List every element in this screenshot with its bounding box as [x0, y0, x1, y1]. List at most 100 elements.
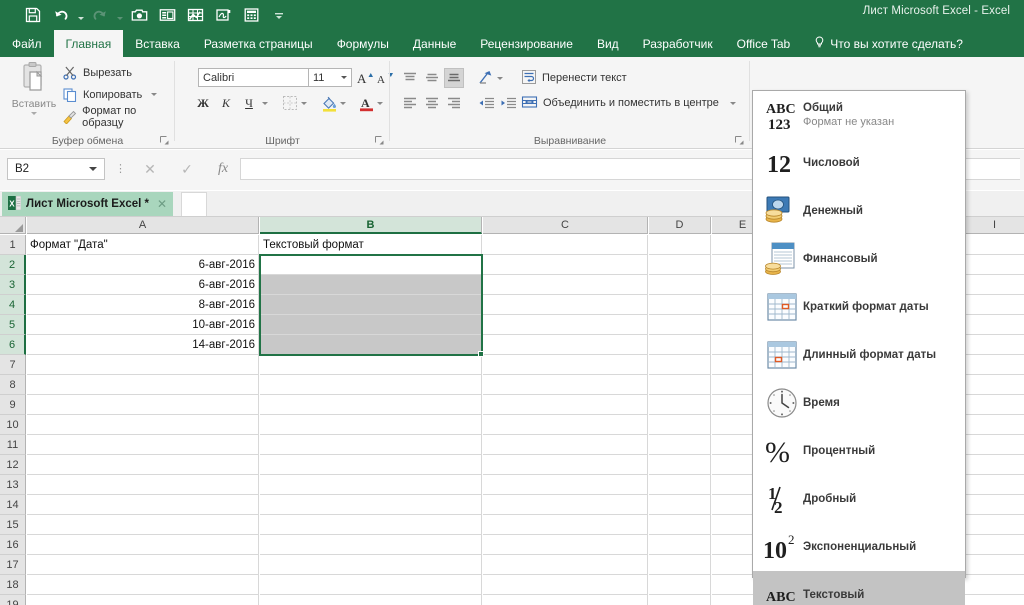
- row-header-12[interactable]: 12: [0, 455, 26, 475]
- cell-C9[interactable]: [483, 395, 648, 415]
- undo-icon[interactable]: [48, 3, 74, 27]
- cell-D17[interactable]: [649, 555, 711, 575]
- increase-font-size-button[interactable]: A: [355, 68, 375, 88]
- chevron-down-icon[interactable]: [337, 69, 351, 86]
- cell-D8[interactable]: [649, 375, 711, 395]
- close-icon[interactable]: ✕: [157, 197, 167, 211]
- merge-center-button[interactable]: Объединить и поместить в центре: [521, 93, 736, 113]
- cell-B19[interactable]: [260, 595, 482, 605]
- align-right-button[interactable]: [444, 93, 464, 113]
- insert-function-icon[interactable]: fx: [208, 159, 238, 179]
- tab-review[interactable]: Рецензирование: [468, 30, 585, 57]
- cell-C2[interactable]: [483, 255, 648, 275]
- cell-D15[interactable]: [649, 515, 711, 535]
- cell-D13[interactable]: [649, 475, 711, 495]
- cell-I10[interactable]: [964, 415, 1024, 435]
- row-header-16[interactable]: 16: [0, 535, 26, 555]
- column-header-I[interactable]: I: [964, 217, 1024, 234]
- row-header-8[interactable]: 8: [0, 375, 26, 395]
- cell-A4[interactable]: 8-авг-2016: [27, 295, 259, 315]
- chart-icon[interactable]: [182, 3, 208, 27]
- fill-handle[interactable]: [478, 351, 484, 357]
- wrap-text-button[interactable]: Перенести текст: [521, 68, 627, 88]
- cell-C3[interactable]: [483, 275, 648, 295]
- cell-B15[interactable]: [260, 515, 482, 535]
- cell-B12[interactable]: [260, 455, 482, 475]
- borders-dropdown-icon[interactable]: [299, 93, 309, 113]
- customize-icon[interactable]: [266, 3, 292, 27]
- font-color-button[interactable]: A: [356, 93, 376, 113]
- format-painter-button[interactable]: Формат по образцу: [62, 107, 175, 126]
- font-color-dropdown-icon[interactable]: [375, 93, 385, 113]
- cell-B11[interactable]: [260, 435, 482, 455]
- row-header-6[interactable]: 6: [0, 335, 26, 355]
- cell-I9[interactable]: [964, 395, 1024, 415]
- cell-A18[interactable]: [27, 575, 259, 595]
- row-header-13[interactable]: 13: [0, 475, 26, 495]
- cell-I4[interactable]: [964, 295, 1024, 315]
- cell-A1[interactable]: Формат "Дата": [27, 235, 259, 255]
- tab-view[interactable]: Вид: [585, 30, 631, 57]
- cell-B9[interactable]: [260, 395, 482, 415]
- cell-A15[interactable]: [27, 515, 259, 535]
- cell-C15[interactable]: [483, 515, 648, 535]
- fill-color-button[interactable]: [319, 93, 339, 113]
- cell-C16[interactable]: [483, 535, 648, 555]
- cell-B10[interactable]: [260, 415, 482, 435]
- cell-B7[interactable]: [260, 355, 482, 375]
- row-header-11[interactable]: 11: [0, 435, 26, 455]
- align-center-button[interactable]: [422, 93, 442, 113]
- column-header-D[interactable]: D: [649, 217, 711, 234]
- cell-I7[interactable]: [964, 355, 1024, 375]
- row-header-5[interactable]: 5: [0, 315, 26, 335]
- cell-I19[interactable]: [964, 595, 1024, 605]
- row-header-7[interactable]: 7: [0, 355, 26, 375]
- cell-D6[interactable]: [649, 335, 711, 355]
- accept-icon[interactable]: ✓: [172, 159, 202, 179]
- tab-file[interactable]: Файл: [0, 30, 54, 57]
- cell-A9[interactable]: [27, 395, 259, 415]
- document-tab[interactable]: X Лист Microsoft Excel * ✕: [2, 192, 173, 216]
- cell-B1[interactable]: Текстовый формат: [260, 235, 482, 255]
- row-header-10[interactable]: 10: [0, 415, 26, 435]
- orientation-button[interactable]: [476, 68, 496, 88]
- chevron-down-icon[interactable]: [89, 167, 97, 171]
- cell-D19[interactable]: [649, 595, 711, 605]
- cell-I17[interactable]: [964, 555, 1024, 575]
- cell-A10[interactable]: [27, 415, 259, 435]
- cell-I3[interactable]: [964, 275, 1024, 295]
- cell-C5[interactable]: [483, 315, 648, 335]
- row-header-4[interactable]: 4: [0, 295, 26, 315]
- save-icon[interactable]: [20, 3, 46, 27]
- cell-B14[interactable]: [260, 495, 482, 515]
- menu-item-fraction[interactable]: 1 2 Дробный: [753, 475, 965, 523]
- cell-D18[interactable]: [649, 575, 711, 595]
- cell-A2[interactable]: 6-авг-2016: [27, 255, 259, 275]
- form-icon[interactable]: [154, 3, 180, 27]
- copy-button[interactable]: Копировать: [62, 85, 157, 104]
- cell-I14[interactable]: [964, 495, 1024, 515]
- cell-A16[interactable]: [27, 535, 259, 555]
- bold-button[interactable]: Ж: [193, 93, 213, 113]
- align-top-button[interactable]: [400, 68, 420, 88]
- cell-D3[interactable]: [649, 275, 711, 295]
- cell-B4[interactable]: [260, 295, 482, 315]
- merge-center-dropdown-icon[interactable]: [730, 102, 736, 105]
- menu-item-accounting[interactable]: Финансовый: [753, 235, 965, 283]
- column-header-C[interactable]: C: [483, 217, 648, 234]
- row-header-2[interactable]: 2: [0, 255, 26, 275]
- cell-C11[interactable]: [483, 435, 648, 455]
- cell-A5[interactable]: 10-авг-2016: [27, 315, 259, 335]
- menu-item-scientific[interactable]: 10 2 Экспоненциальный: [753, 523, 965, 571]
- cell-C10[interactable]: [483, 415, 648, 435]
- cell-D10[interactable]: [649, 415, 711, 435]
- italic-button[interactable]: К: [216, 93, 236, 113]
- align-bottom-button[interactable]: [444, 68, 464, 88]
- cell-B8[interactable]: [260, 375, 482, 395]
- new-document-tab-button[interactable]: [181, 192, 207, 216]
- underline-dropdown-icon[interactable]: [260, 93, 270, 113]
- tab-page-layout[interactable]: Разметка страницы: [192, 30, 325, 57]
- undo-dropdown-icon[interactable]: [76, 3, 85, 27]
- tab-formulas[interactable]: Формулы: [325, 30, 401, 57]
- column-header-A[interactable]: A: [27, 217, 259, 234]
